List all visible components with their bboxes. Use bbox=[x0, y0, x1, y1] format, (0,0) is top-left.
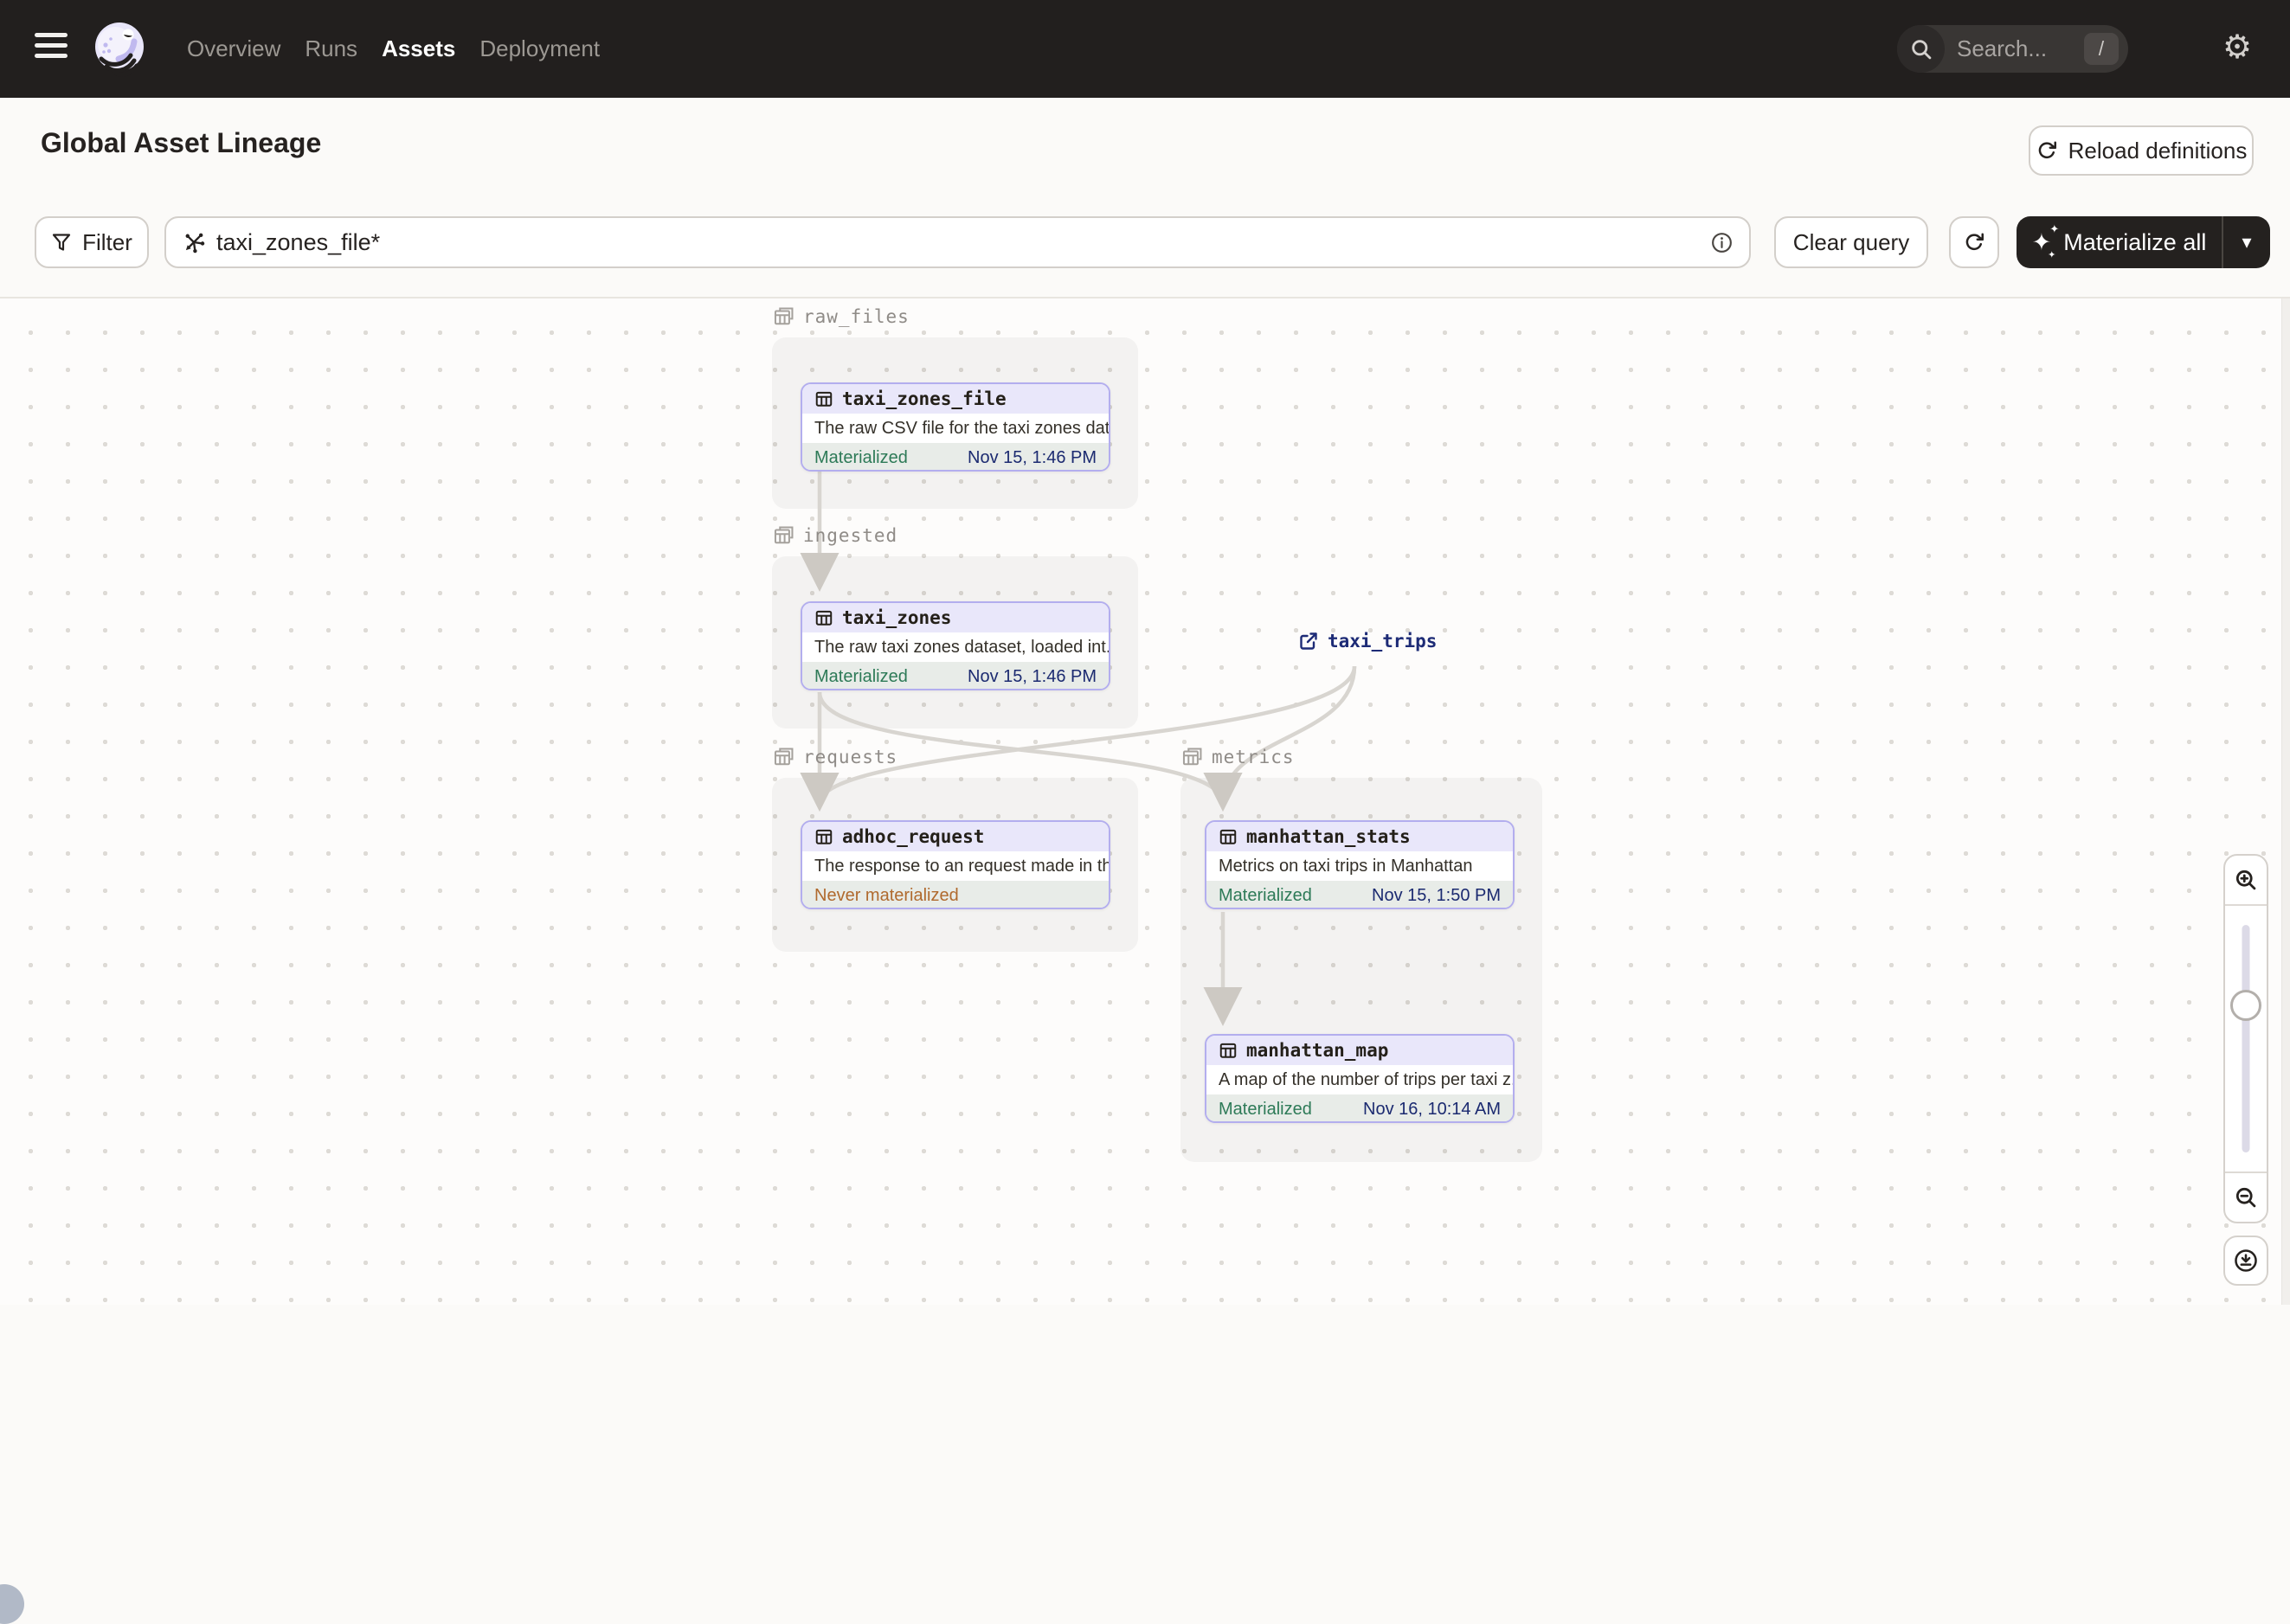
filter-funnel-icon bbox=[53, 234, 71, 251]
dagster-logo[interactable] bbox=[89, 19, 150, 80]
download-icon bbox=[2235, 1249, 2257, 1272]
nav-item-deployment[interactable]: Deployment bbox=[479, 35, 600, 62]
download-image-button[interactable] bbox=[2223, 1236, 2268, 1286]
table-icon bbox=[815, 391, 833, 407]
external-link-icon bbox=[1300, 632, 1317, 650]
status-badge: Materialized bbox=[1219, 1100, 1312, 1119]
status-badge: Materialized bbox=[814, 667, 908, 686]
nav-item-overview[interactable]: Overview bbox=[187, 35, 280, 62]
asset-graph-icon bbox=[185, 233, 205, 254]
asset-selection-input-box[interactable] bbox=[164, 216, 1751, 268]
global-search[interactable]: / bbox=[1897, 25, 2128, 73]
asset-description: The raw taxi zones dataset, loaded int..… bbox=[814, 637, 1109, 657]
nav-item-assets[interactable]: Assets bbox=[382, 35, 455, 62]
asset-node-manhattan-map[interactable]: manhattan_map A map of the number of tri… bbox=[1205, 1034, 1515, 1123]
reload-icon bbox=[2038, 141, 2056, 159]
table-icon bbox=[815, 829, 833, 844]
asset-description: The raw CSV file for the taxi zones dat.… bbox=[814, 418, 1109, 438]
materialization-timestamp[interactable]: Nov 16, 10:14 AM bbox=[1363, 1100, 1501, 1120]
clear-query-button[interactable]: Clear query bbox=[1774, 216, 1928, 268]
materialize-dropdown-caret[interactable]: ▾ bbox=[2222, 216, 2270, 268]
refresh-button[interactable] bbox=[1949, 216, 1999, 268]
asset-selection-input[interactable] bbox=[216, 228, 1710, 256]
lineage-toolbar: Filter Clear query ✦✦✦ bbox=[0, 216, 2290, 268]
refresh-icon bbox=[1965, 233, 1984, 251]
asset-node-manhattan-stats[interactable]: manhattan_stats Metrics on taxi trips in… bbox=[1205, 820, 1515, 909]
filter-button[interactable]: Filter bbox=[35, 216, 149, 268]
query-info-icon[interactable] bbox=[1710, 231, 1734, 254]
reload-definitions-button[interactable]: Reload definitions bbox=[2029, 125, 2254, 176]
external-asset-taxi-trips[interactable]: taxi_trips bbox=[1298, 631, 1437, 652]
zoom-out-button[interactable] bbox=[2225, 1171, 2267, 1222]
asset-node-taxi-zones-file[interactable]: taxi_zones_file The raw CSV file for the… bbox=[801, 382, 1110, 472]
table-icon bbox=[1219, 1043, 1237, 1058]
settings-gear-icon[interactable]: ⚙ bbox=[2222, 31, 2252, 64]
asset-description: The response to an request made in th... bbox=[814, 856, 1109, 876]
nav-links: Overview Runs Assets Deployment bbox=[187, 0, 600, 98]
lineage-edges bbox=[800, 472, 1357, 1026]
zoom-in-icon bbox=[2235, 870, 2256, 890]
zoom-in-button[interactable] bbox=[2225, 856, 2267, 906]
zoom-slider[interactable] bbox=[2225, 906, 2267, 1171]
table-icon bbox=[815, 610, 833, 626]
nav-item-runs[interactable]: Runs bbox=[305, 35, 357, 62]
hamburger-menu-icon[interactable] bbox=[35, 33, 68, 65]
status-badge: Materialized bbox=[1219, 886, 1312, 905]
materialization-timestamp[interactable]: Nov 15, 1:46 PM bbox=[968, 667, 1097, 687]
search-input[interactable] bbox=[1945, 35, 2084, 62]
group-label-requests[interactable]: requests bbox=[773, 746, 897, 768]
offscreen-node-edge bbox=[0, 1584, 24, 1624]
group-label-ingested[interactable]: ingested bbox=[773, 524, 897, 547]
group-icon bbox=[774, 307, 794, 325]
lineage-canvas[interactable]: raw_files ingested requests metrics taxi… bbox=[0, 298, 2290, 1624]
search-icon bbox=[1897, 25, 1945, 73]
header-region: Global Asset Lineage Reload definitions … bbox=[0, 98, 2290, 298]
status-badge: Materialized bbox=[814, 448, 908, 467]
asset-description: A map of the number of trips per taxi z.… bbox=[1219, 1069, 1513, 1089]
zoom-slider-thumb[interactable] bbox=[2230, 990, 2261, 1021]
table-icon bbox=[1219, 829, 1237, 844]
group-icon bbox=[774, 526, 794, 544]
zoom-control bbox=[2223, 854, 2268, 1223]
group-label-raw-files[interactable]: raw_files bbox=[773, 305, 910, 328]
materialization-timestamp[interactable]: Nov 15, 1:50 PM bbox=[1372, 886, 1501, 906]
asset-node-adhoc-request[interactable]: adhoc_request The response to an request… bbox=[801, 820, 1110, 909]
group-label-metrics[interactable]: metrics bbox=[1181, 746, 1295, 768]
materialize-all-button[interactable]: ✦ ✦ ✦ Materialize all ▾ bbox=[2017, 216, 2270, 268]
search-shortcut-badge: / bbox=[2084, 33, 2119, 65]
asset-description: Metrics on taxi trips in Manhattan bbox=[1219, 856, 1473, 876]
group-icon bbox=[774, 748, 794, 766]
zoom-out-icon bbox=[2235, 1187, 2256, 1208]
group-icon bbox=[1182, 748, 1202, 766]
status-badge: Never materialized bbox=[814, 886, 959, 905]
sparkle-icon: ✦ ✦ ✦ bbox=[2031, 221, 2060, 260]
materialization-timestamp[interactable]: Nov 15, 1:46 PM bbox=[968, 448, 1097, 468]
page-title: Global Asset Lineage bbox=[41, 127, 322, 158]
asset-node-taxi-zones[interactable]: taxi_zones The raw taxi zones dataset, l… bbox=[801, 601, 1110, 690]
top-nav: Overview Runs Assets Deployment / ⚙ bbox=[0, 0, 2290, 98]
zoom-slider-track[interactable] bbox=[2242, 925, 2250, 1152]
